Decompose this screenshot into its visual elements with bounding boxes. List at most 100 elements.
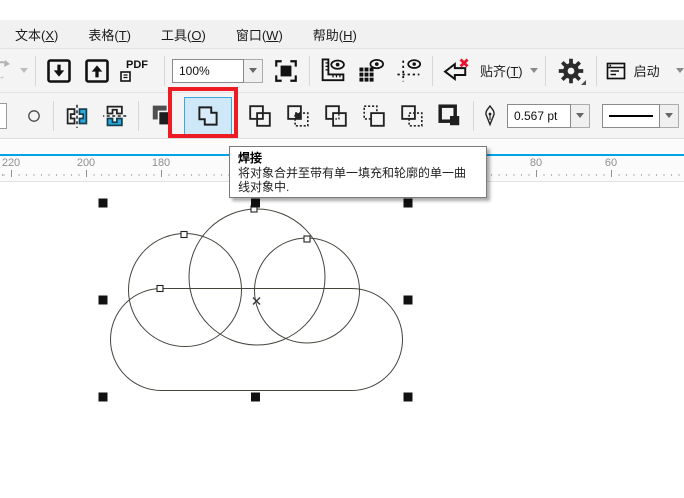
intersect-icon bbox=[287, 104, 309, 127]
curve-node[interactable] bbox=[180, 230, 188, 239]
outline-pen-icon[interactable] bbox=[481, 104, 499, 128]
cloud-middle-circle[interactable] bbox=[188, 208, 326, 346]
line-style-combo bbox=[602, 103, 679, 128]
weld-button[interactable] bbox=[184, 97, 232, 135]
options-button[interactable] bbox=[553, 53, 589, 89]
grid-icon bbox=[359, 58, 384, 82]
selection-handle-mid-right[interactable] bbox=[403, 295, 413, 305]
ruler-major-tick bbox=[86, 170, 87, 177]
menu-table[interactable]: 表格(T) bbox=[73, 20, 146, 49]
arrow-x-icon bbox=[443, 57, 469, 81]
front-minus-back-button[interactable] bbox=[358, 98, 390, 134]
snap-label: 贴齐(T) bbox=[480, 64, 523, 79]
menu-label: 窗口( bbox=[235, 27, 267, 43]
menu-label: ) bbox=[54, 27, 59, 43]
menu-label: ) bbox=[126, 27, 131, 43]
chevron-down-icon bbox=[675, 68, 684, 73]
property-bar: 0.567 pt bbox=[0, 92, 684, 139]
toolbar-separator bbox=[544, 55, 546, 86]
tooltip-body: 将对象合并至带有单一填充和轮廓的单一曲 线对象中. bbox=[238, 166, 478, 194]
combine-button[interactable] bbox=[146, 98, 178, 134]
line-style-dropdown[interactable] bbox=[660, 103, 679, 128]
menu-tools[interactable]: 工具(O) bbox=[146, 20, 221, 49]
menu-label: ) bbox=[352, 27, 357, 43]
menu-mnemonic: O bbox=[191, 27, 202, 43]
tooltip-body-line1: 将对象合并至带有单一填充和轮廓的单一曲 bbox=[238, 166, 467, 180]
guidelines-icon bbox=[397, 58, 422, 81]
trim-button[interactable] bbox=[244, 98, 276, 134]
menu-help[interactable]: 帮助(H) bbox=[298, 20, 372, 49]
toolbar-separator bbox=[164, 55, 165, 86]
full-screen-preview-button[interactable] bbox=[270, 53, 302, 89]
publish-pdf-button[interactable]: PDF bbox=[117, 53, 157, 89]
front-minus-back-icon bbox=[363, 104, 385, 127]
launcher-button[interactable]: 启动 bbox=[604, 59, 684, 83]
line-style-preview[interactable] bbox=[602, 103, 660, 128]
menu-label: 文本( bbox=[15, 27, 46, 43]
solid-line-swatch bbox=[609, 114, 653, 117]
redo-dropdown-caret[interactable] bbox=[20, 68, 28, 73]
menu-mnemonic: H bbox=[343, 27, 353, 43]
ruler-label-220: 220 bbox=[1, 157, 21, 169]
simplify-button[interactable] bbox=[320, 98, 352, 134]
show-guidelines-button[interactable] bbox=[393, 53, 425, 89]
zoom-level-value: 100% bbox=[179, 63, 210, 78]
zoom-level-dropdown[interactable] bbox=[244, 58, 263, 83]
chevron-down-icon bbox=[665, 113, 673, 118]
outline-width-combo: 0.567 pt bbox=[507, 103, 590, 128]
zoom-level-combo: 100% bbox=[172, 58, 263, 83]
weld-tooltip: 焊接 将对象合并至带有单一填充和轮廓的单一曲 线对象中. bbox=[229, 146, 487, 198]
curve-node[interactable] bbox=[156, 284, 164, 293]
menu-window[interactable]: 窗口(W) bbox=[221, 20, 298, 49]
mirror-horizontal-button[interactable] bbox=[61, 98, 93, 134]
cloud-left-circle[interactable] bbox=[128, 233, 242, 347]
ellipse-indicator-icon[interactable] bbox=[27, 109, 41, 123]
redo-button[interactable] bbox=[0, 53, 28, 89]
selection-handle-bottom-right[interactable] bbox=[403, 392, 413, 402]
mirror-vertical-button[interactable] bbox=[99, 98, 131, 134]
menu-text[interactable]: 文本(X) bbox=[0, 20, 73, 49]
export-button[interactable] bbox=[81, 53, 113, 89]
toolbar-separator bbox=[309, 55, 310, 86]
import-button[interactable] bbox=[43, 53, 75, 89]
back-minus-front-button[interactable] bbox=[396, 98, 428, 134]
fill-swatch[interactable] bbox=[0, 102, 7, 129]
ruler-major-tick bbox=[611, 170, 612, 177]
curve-node[interactable] bbox=[303, 235, 311, 243]
outline-width-input[interactable]: 0.567 pt bbox=[507, 103, 571, 128]
snap-to-button[interactable]: 贴齐(T) bbox=[480, 61, 538, 80]
ruler-major-tick bbox=[161, 170, 162, 177]
selection-handle-bottom-center[interactable] bbox=[251, 392, 260, 402]
selection-handle-top-left[interactable] bbox=[98, 198, 108, 208]
selection-handle-mid-left[interactable] bbox=[98, 295, 108, 305]
chevron-down-icon bbox=[529, 68, 538, 73]
intersect-button[interactable] bbox=[282, 98, 314, 134]
zoom-level-input[interactable]: 100% bbox=[172, 58, 244, 83]
toolbar-separator bbox=[35, 55, 36, 86]
create-boundary-icon bbox=[438, 103, 460, 125]
selection-handle-top-right[interactable] bbox=[403, 198, 413, 208]
show-rulers-button[interactable] bbox=[317, 53, 349, 89]
trim-icon bbox=[249, 104, 271, 127]
menu-mnemonic: W bbox=[266, 27, 279, 43]
menu-label: 表格( bbox=[88, 27, 119, 43]
tooltip-body-line2: 线对象中. bbox=[238, 180, 290, 194]
outline-width-dropdown[interactable] bbox=[571, 103, 590, 128]
chevron-down-icon bbox=[249, 68, 257, 73]
menu-label: 帮助( bbox=[312, 27, 344, 43]
show-grid-button[interactable] bbox=[355, 53, 387, 89]
redo-arrow-icon bbox=[0, 59, 10, 78]
pdf-save-icon bbox=[120, 70, 131, 82]
ruler-label-180: 180 bbox=[151, 157, 171, 169]
create-boundary-button[interactable] bbox=[434, 98, 466, 134]
ruler-label-200: 200 bbox=[76, 157, 96, 169]
menu-label: ) bbox=[278, 27, 283, 43]
selection-handle-bottom-left[interactable] bbox=[98, 392, 108, 402]
treat-as-filled-button[interactable] bbox=[440, 53, 472, 89]
back-minus-front-icon bbox=[401, 104, 423, 127]
standard-toolbar: PDF 100% 贴齐(T) 启动 bbox=[0, 48, 684, 92]
toolbar-separator bbox=[53, 100, 54, 131]
mirror-vertical-icon bbox=[103, 105, 127, 126]
selection-handle-top-center[interactable] bbox=[251, 198, 260, 208]
cloud-right-circle[interactable] bbox=[254, 237, 360, 344]
